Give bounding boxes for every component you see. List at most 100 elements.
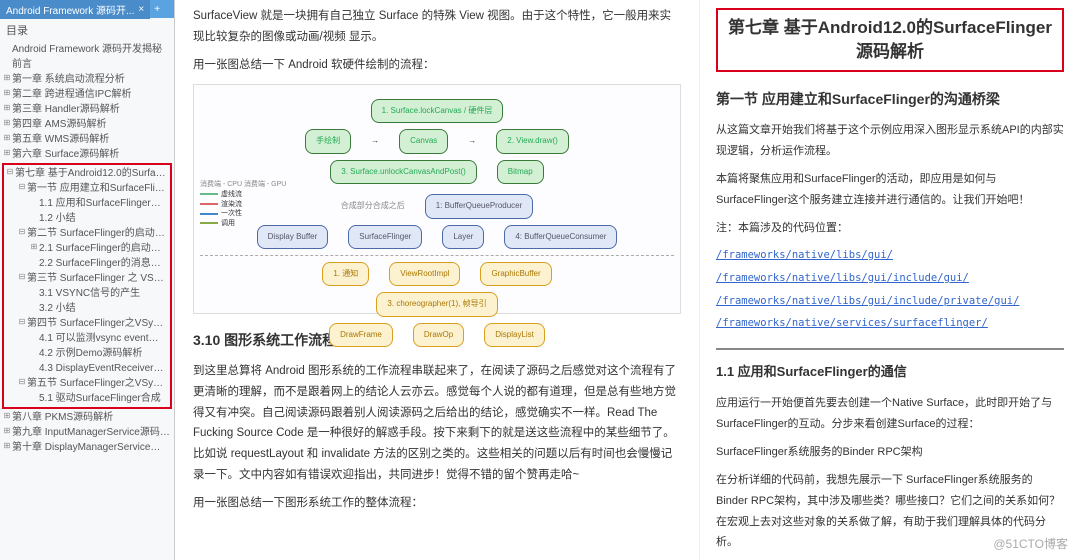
source-path-link[interactable]: /frameworks/native/libs/gui/include/priv… — [716, 292, 1064, 312]
toc-item[interactable]: ⊞第八章 PKMS源码解析 — [2, 410, 172, 425]
toc-label: 第一节 应用建立和SurfaceFlinger的沟通... — [27, 181, 167, 196]
tab-bar: Android Framework 源码开... × + — [0, 0, 174, 18]
tab-title: Android Framework 源码开... — [6, 2, 134, 17]
toc-label: 4.1 可以监测vsync event的应用 — [39, 331, 167, 346]
toc-label: 1.1 应用和SurfaceFlinger的通信 — [39, 196, 167, 211]
expand-icon[interactable]: ⊞ — [2, 87, 12, 99]
legend-item: 渲染流 — [200, 200, 286, 210]
toc-item[interactable]: ⊞2.1 SurfaceFlinger的启动与初始化 — [5, 241, 169, 256]
paragraph: SurfaceFlinger系统服务的Binder RPC架构 — [716, 442, 1064, 463]
diagram-legend: 消费端 - CPU 消费端 - GPU 虚线流渲染流一次性调用 — [200, 180, 286, 229]
toc-item[interactable]: 4.2 示例Demo源码解析 — [5, 346, 169, 361]
content-right-page: 第七章 基于Android12.0的SurfaceFlinger源码解析 第一节… — [700, 0, 1080, 560]
toc-item[interactable]: ⊞第四章 AMS源码解析 — [2, 117, 172, 132]
legend-item: 调用 — [200, 219, 286, 229]
paragraph: 注：本篇涉及的代码位置： — [716, 218, 1064, 239]
toc-item[interactable]: ⊟第一节 应用建立和SurfaceFlinger的沟通... — [5, 181, 169, 196]
toc-label: 第四章 AMS源码解析 — [12, 117, 106, 132]
toc-label: 第六章 Surface源码解析 — [12, 147, 119, 162]
source-path-link[interactable]: /frameworks/native/services/surfacefling… — [716, 314, 1064, 334]
toc-label: 4.3 DisplayEventReceiver相关源码... — [39, 361, 167, 376]
toc-item[interactable]: ⊞第十章 DisplayManagerService源码解析 — [2, 440, 172, 455]
toc-item[interactable]: 4.3 DisplayEventReceiver相关源码... — [5, 361, 169, 376]
expand-icon[interactable]: ⊟ — [17, 226, 27, 238]
dg-node: Bitmap — [497, 160, 544, 184]
toc-item[interactable]: ⊟第七章 基于Android12.0的SurfaceFlinger源... — [5, 166, 169, 181]
dg-node: 1. 通知 — [322, 262, 369, 286]
expand-icon[interactable]: ⊞ — [2, 440, 12, 452]
sidebar: Android Framework 源码开... × + 目录 Android … — [0, 0, 175, 560]
watermark: @51CTO博客 — [993, 535, 1068, 552]
dg-node: ViewRootImpl — [389, 262, 460, 286]
subsection-heading: 1.1 应用和SurfaceFlinger的通信 — [716, 348, 1064, 385]
toc-label: 第九章 InputManagerService源码解析 — [12, 425, 170, 440]
toc-item[interactable]: ⊞第九章 InputManagerService源码解析 — [2, 425, 172, 440]
toc-label: 第五章 WMS源码解析 — [12, 132, 109, 147]
expand-icon[interactable]: ⊞ — [2, 147, 12, 159]
chapter-title: 第七章 基于Android12.0的SurfaceFlinger源码解析 — [722, 16, 1058, 64]
expand-icon[interactable]: ⊞ — [2, 117, 12, 129]
expand-icon[interactable]: ⊞ — [2, 102, 12, 114]
source-path-link[interactable]: /frameworks/native/libs/gui/include/gui/ — [716, 269, 1064, 289]
legend-label: 消费端 - CPU 消费端 - GPU — [200, 180, 286, 190]
chapter-title-box: 第七章 基于Android12.0的SurfaceFlinger源码解析 — [716, 8, 1064, 72]
toc-item[interactable]: ⊟第四节 SurfaceFlinger之VSync（中） — [5, 316, 169, 331]
arrow-icon: → — [468, 134, 476, 148]
table-of-contents: Android Framework 源码开发揭秘前言⊞第一章 系统启动流程分析⊞… — [0, 42, 174, 455]
add-tab-icon[interactable]: + — [150, 4, 164, 15]
toc-item[interactable]: Android Framework 源码开发揭秘 — [2, 42, 172, 57]
dg-node: DisplayList — [484, 323, 545, 347]
paragraph: 用一张图总结一下图形系统工作的整体流程： — [193, 493, 681, 514]
dg-node: 手绘制 — [305, 129, 351, 153]
toc-header: 目录 — [0, 18, 174, 42]
toc-label: 第三章 Handler源码解析 — [12, 102, 120, 117]
paragraph: 用一张图总结一下 Android 软硬件绘制的流程： — [193, 55, 681, 76]
toc-item[interactable]: 3.1 VSYNC信号的产生 — [5, 286, 169, 301]
paragraph: 本篇将聚焦应用和SurfaceFlinger的活动，即应用是如何与Surface… — [716, 169, 1064, 211]
expand-icon[interactable]: ⊞ — [2, 72, 12, 84]
flowchart-diagram: 1. Surface.lockCanvas / 硬件层 手绘制 → Canvas… — [193, 84, 681, 314]
dg-node: 3. Surface.unlockCanvasAndPost() — [330, 160, 477, 184]
toc-item[interactable]: ⊞第六章 Surface源码解析 — [2, 147, 172, 162]
toc-item[interactable]: ⊞第一章 系统启动流程分析 — [2, 72, 172, 87]
dg-node: 4: BufferQueueConsumer — [504, 225, 617, 249]
toc-item[interactable]: 4.1 可以监测vsync event的应用 — [5, 331, 169, 346]
source-path-link[interactable]: /frameworks/native/libs/gui/ — [716, 246, 1064, 266]
toc-item[interactable]: ⊟第二节 SurfaceFlinger的启动和消息队列... — [5, 226, 169, 241]
dg-node: SurfaceFlinger — [348, 225, 422, 249]
expand-icon[interactable]: ⊟ — [5, 166, 15, 178]
dg-node: 3. choreographer(1), 帧导引 — [376, 292, 497, 316]
close-icon[interactable]: × — [138, 4, 144, 15]
toc-item[interactable]: 前言 — [2, 57, 172, 72]
toc-item[interactable]: ⊟第五节 SurfaceFlinger之VSync（下） — [5, 376, 169, 391]
toc-item[interactable]: 2.2 SurfaceFlinger的消息队列处理机... — [5, 256, 169, 271]
toc-item[interactable]: ⊞第五章 WMS源码解析 — [2, 132, 172, 147]
dg-label: 合成部分合成之后 — [341, 199, 405, 213]
toc-item[interactable]: 5.1 驱动SurfaceFlinger合成 — [5, 391, 169, 406]
toc-item[interactable]: 1.2 小结 — [5, 211, 169, 226]
toc-label: 3.1 VSYNC信号的产生 — [39, 286, 140, 301]
toc-item[interactable]: ⊟第三节 SurfaceFlinger 之 VSync（上） — [5, 271, 169, 286]
content-left-page: SurfaceView 就是一块拥有自己独立 Surface 的特殊 View … — [175, 0, 700, 560]
expand-icon[interactable]: ⊟ — [17, 181, 27, 193]
expand-icon[interactable]: ⊞ — [2, 425, 12, 437]
legend-item: 一次性 — [200, 209, 286, 219]
toc-item[interactable]: 3.2 小结 — [5, 301, 169, 316]
expand-icon[interactable]: ⊟ — [17, 376, 27, 388]
toc-label: 第四节 SurfaceFlinger之VSync（中） — [27, 316, 167, 331]
toc-label: 前言 — [12, 57, 32, 72]
toc-item[interactable]: ⊞第三章 Handler源码解析 — [2, 102, 172, 117]
expand-icon[interactable]: ⊞ — [29, 241, 39, 253]
toc-item[interactable]: 1.1 应用和SurfaceFlinger的通信 — [5, 196, 169, 211]
expand-icon[interactable]: ⊟ — [17, 316, 27, 328]
paragraph: 到这里总算将 Android 图形系统的工作流程串联起来了，在阅读了源码之后感觉… — [193, 361, 681, 485]
toc-label: 第八章 PKMS源码解析 — [12, 410, 113, 425]
expand-icon[interactable]: ⊞ — [2, 410, 12, 422]
toc-item[interactable]: ⊞第二章 跨进程通信IPC解析 — [2, 87, 172, 102]
expand-icon[interactable]: ⊟ — [17, 271, 27, 283]
expand-icon[interactable]: ⊞ — [2, 132, 12, 144]
dg-node: Layer — [442, 225, 484, 249]
document-tab[interactable]: Android Framework 源码开... × — [0, 0, 150, 19]
toc-label: 5.1 驱动SurfaceFlinger合成 — [39, 391, 161, 406]
dg-node: DrawOp — [413, 323, 464, 347]
